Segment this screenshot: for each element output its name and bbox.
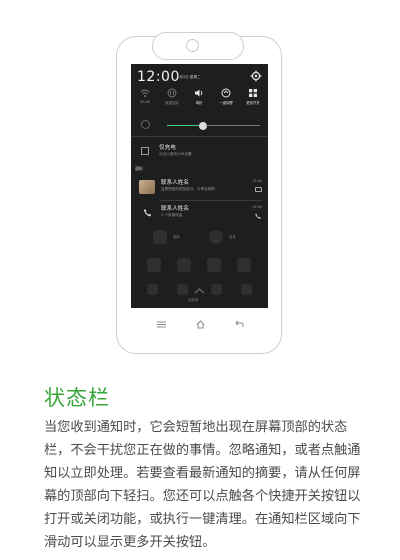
notification-title: 联系人姓名 [161,206,189,212]
notification-time: 12:00 [252,205,262,209]
app-icon-ghost [207,258,221,272]
drag-handle-icon[interactable] [192,287,207,295]
toggle-volume[interactable]: 响铃 [189,88,209,105]
toggle-label: 响铃 [195,101,203,105]
missed-call-small-icon [255,213,261,219]
app-icon-ghost [147,284,158,295]
brightness-slider[interactable] [131,118,268,134]
volume-icon [195,89,203,97]
toggle-wlan[interactable]: WLAN [135,88,155,104]
notification-text: 1 个未接电话 [161,213,183,217]
brightness-track-filled [167,125,199,127]
home-ghost-row [131,254,268,276]
data-icon [167,88,177,98]
section-title: 状态栏 [44,386,110,410]
clear-all-label: 全部清 [188,298,199,302]
toggle-label: 更多开关 [246,101,260,105]
phone-nav-bar [116,316,282,336]
toggle-label: 一键清理 [219,101,233,105]
app-icon-ghost [211,284,222,295]
notification-item[interactable]: 联系人姓名 这是短信的预览部分，分享给我吧 12:00 [131,174,268,200]
app-label: 图库 [173,235,180,239]
toggle-label: WLAN [140,100,150,104]
back-icon[interactable] [235,320,244,328]
toggle-data[interactable]: 数据连接 [162,88,182,105]
toggle-more[interactable]: 更多开关 [243,88,263,105]
menu-icon[interactable] [157,321,166,328]
camera-lens-icon [186,39,199,52]
rotating-camera [152,32,244,60]
notification-title: 联系人姓名 [161,180,189,186]
app-icon-ghost [209,230,223,244]
gear-icon[interactable] [250,70,262,82]
app-icon-ghost [177,258,191,272]
brightness-track [206,125,260,126]
usb-charging-card[interactable]: 仅充电 点击以更改USB设置 [131,140,268,162]
status-date: 1月1日 星期二 [177,75,201,79]
charging-subtitle: 点击以更改USB设置 [159,152,192,156]
notification-text: 这是短信的预览部分，分享给我吧 [161,187,215,191]
app-label: 信息 [229,235,236,239]
status-time: 12:00 [137,69,180,85]
phone-screen: 12:00 1月1日 星期二 WLAN 数据连接 响铃 一键清理 更多开关 仅充… [131,64,268,308]
app-icon-ghost [147,258,161,272]
notifications-header: 通知 [135,166,143,171]
notification-time: 12:00 [252,179,262,183]
app-icon-ghost [177,284,188,295]
message-icon [255,187,262,192]
section-body: 当您收到通知时，它会短暂地出现在屏幕顶部的状态栏，不会干扰您正在做的事情。忽略通… [44,420,361,550]
usb-icon [141,147,149,155]
app-icon-ghost [241,284,252,295]
home-ghost-row: 图库 信息 [131,230,268,252]
quick-toggles: WLAN 数据连接 响铃 一键清理 更多开关 [131,88,268,112]
app-icon-ghost [153,230,167,244]
more-toggles-icon [249,89,257,97]
notification-item[interactable]: 联系人姓名 1 个未接电话 12:00 [131,200,268,226]
app-icon-ghost [237,258,251,272]
missed-call-icon [143,209,152,217]
cleanup-icon [221,88,231,98]
auto-brightness-icon[interactable] [141,120,150,129]
toggle-label: 数据连接 [165,101,179,105]
home-icon[interactable] [196,320,205,329]
toggle-cleanup[interactable]: 一键清理 [216,88,236,105]
avatar [139,180,155,194]
wifi-icon [140,89,150,97]
divider [131,136,268,137]
charging-title: 仅充电 [159,145,176,151]
